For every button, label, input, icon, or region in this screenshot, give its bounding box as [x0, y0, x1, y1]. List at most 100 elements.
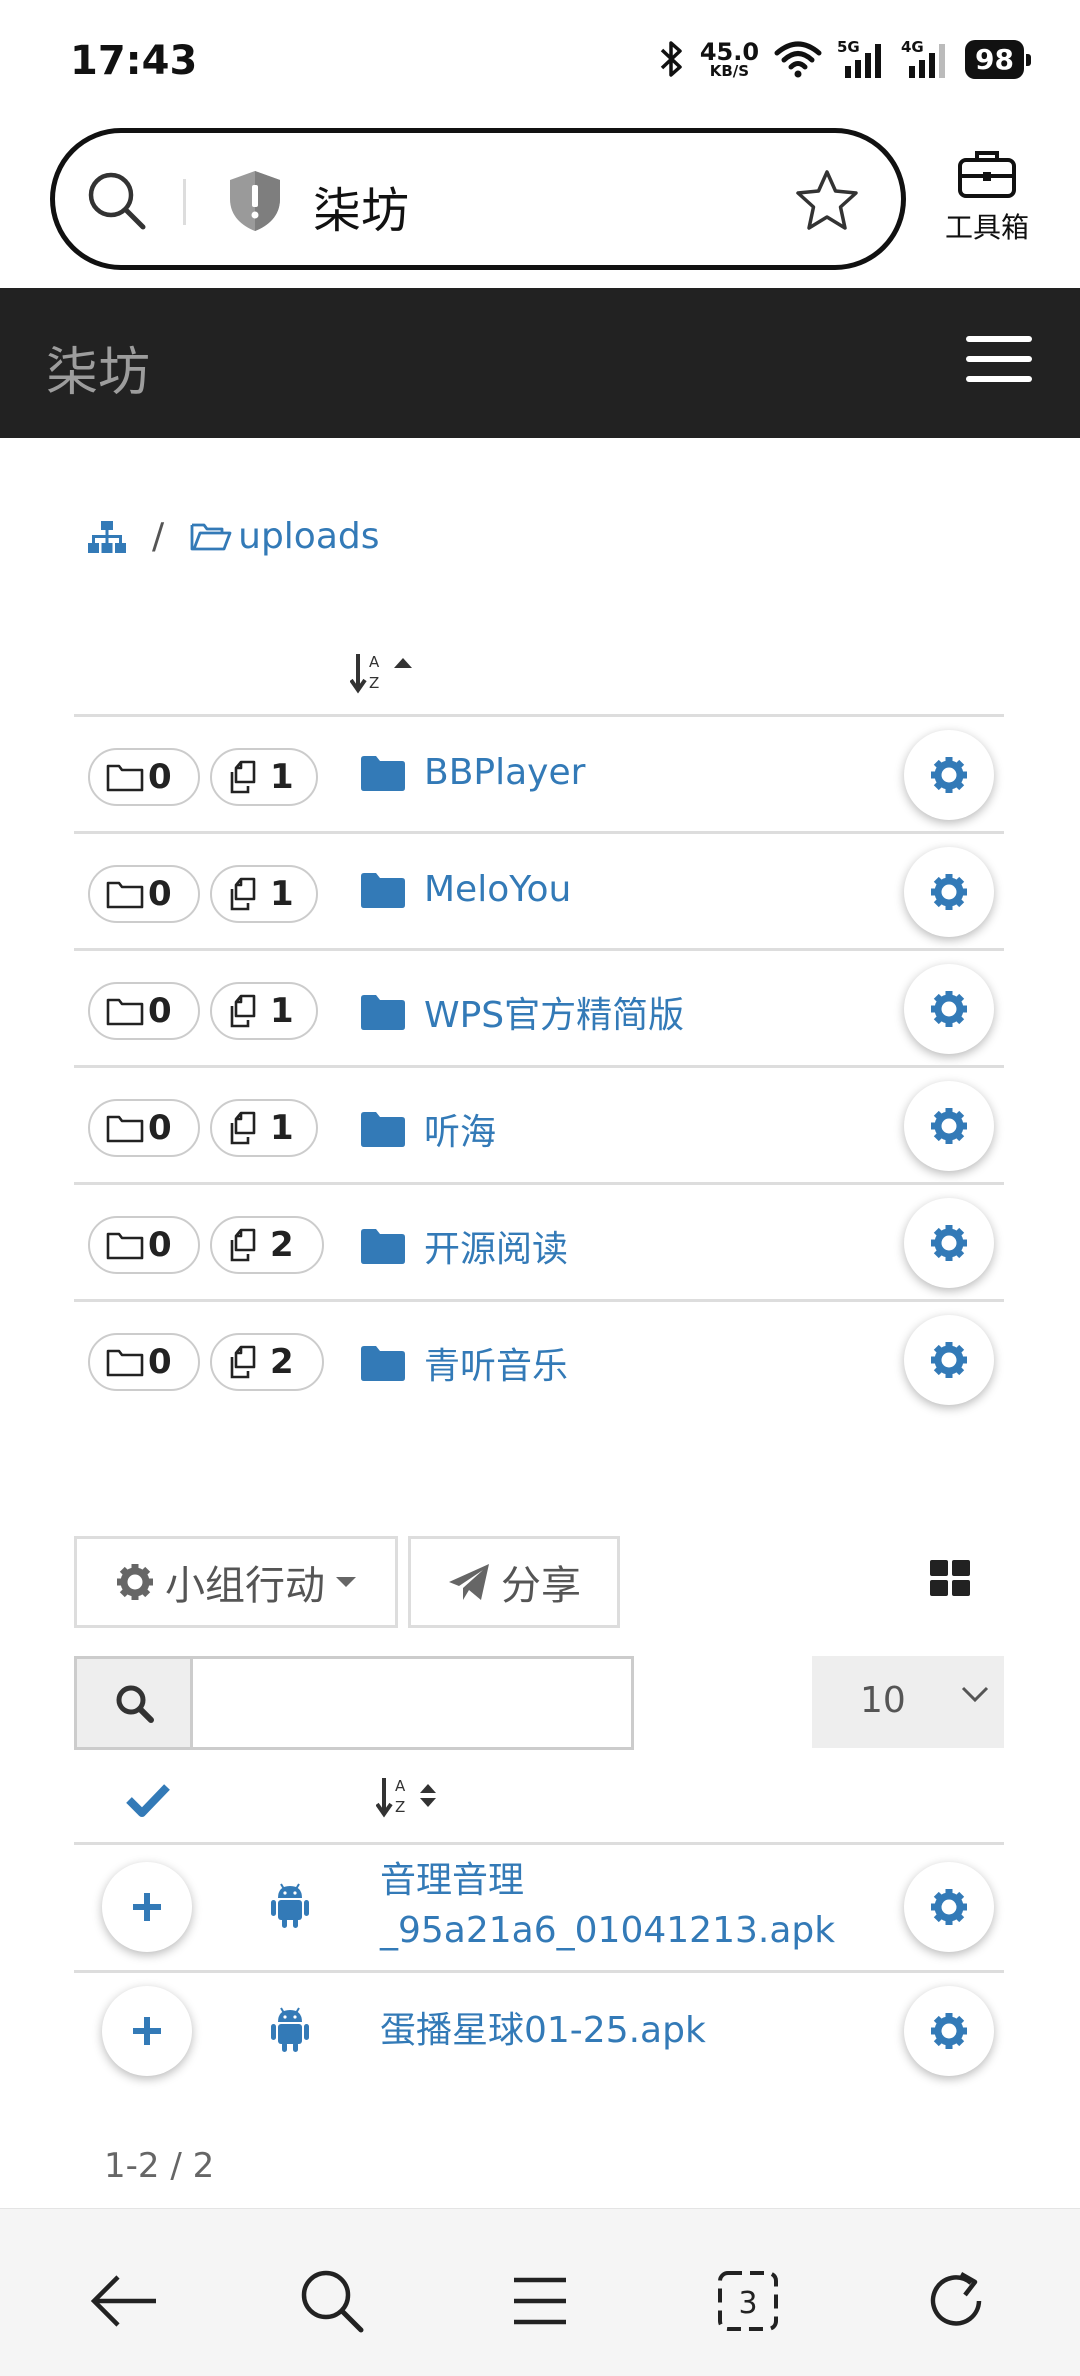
folder-actions-button[interactable] — [904, 1081, 994, 1171]
file-link[interactable]: 蛋播星球01-25.apk — [380, 2006, 706, 2056]
signal-5g-icon: 5G — [837, 38, 882, 78]
select-all-check-icon[interactable] — [126, 1782, 170, 1818]
folder-icon — [361, 755, 405, 791]
files-icon — [230, 1111, 256, 1145]
group-action-button[interactable]: 小组行动 — [74, 1536, 398, 1628]
tabs-count-icon: 3 — [718, 2271, 778, 2331]
gear-icon — [931, 1342, 967, 1378]
menu-button[interactable] — [500, 2261, 580, 2341]
signal-4g-icon: 4G — [901, 38, 946, 78]
svg-text:Z: Z — [395, 1798, 405, 1816]
folder-outline-icon — [106, 1232, 144, 1260]
site-brand[interactable]: 柒坊 — [46, 330, 150, 405]
folder-link[interactable]: WPS官方精简版 — [360, 986, 684, 1038]
share-button[interactable]: 分享 — [408, 1536, 620, 1628]
folder-link[interactable]: 青听音乐 — [360, 1337, 568, 1389]
file-count-badge: 1 — [210, 982, 318, 1040]
files-icon — [230, 994, 256, 1028]
menu-toggle-button[interactable] — [966, 336, 1036, 388]
folder-actions-button[interactable] — [904, 730, 994, 820]
folder-link[interactable]: MeloYou — [360, 869, 571, 910]
svg-text:5G: 5G — [837, 38, 860, 56]
folder-actions-button[interactable] — [904, 847, 994, 937]
site-navbar: 柒坊 — [0, 288, 1080, 438]
folder-icon — [361, 995, 405, 1030]
subfolder-count-badge: 0 — [88, 748, 200, 806]
folder-link[interactable]: 开源阅读 — [360, 1220, 568, 1272]
folder-icon — [361, 1346, 405, 1381]
svg-text:A: A — [369, 653, 380, 671]
file-count-badge: 2 — [210, 1216, 324, 1274]
android-icon — [271, 1883, 309, 1928]
page-size-select[interactable]: 10 — [812, 1656, 1004, 1748]
files-icon — [230, 877, 256, 911]
folder-link[interactable]: BBPlayer — [360, 752, 585, 793]
reload-button[interactable] — [916, 2261, 996, 2341]
folder-actions-button[interactable] — [904, 964, 994, 1054]
hamburger-bar — [966, 356, 1032, 362]
files-icon — [230, 760, 256, 794]
sort-by-name-header[interactable]: A Z — [350, 650, 420, 694]
address-divider — [183, 179, 186, 225]
toolbox-label: 工具箱 — [944, 211, 1029, 244]
file-actions-button[interactable] — [904, 1862, 994, 1952]
tabs-button[interactable]: 3 — [708, 2261, 788, 2341]
gear-icon — [931, 874, 967, 910]
plus-icon — [133, 2017, 161, 2045]
paper-plane-icon — [449, 1564, 489, 1600]
files-icon — [230, 1345, 256, 1379]
file-count-badge: 1 — [210, 748, 318, 806]
svg-text:3: 3 — [738, 2286, 757, 2321]
subfolder-count-badge: 0 — [88, 1333, 200, 1391]
menu-icon — [514, 2277, 566, 2325]
file-link[interactable]: 音理音理 _95a21a6_01041213.apk — [380, 1856, 835, 1956]
folder-icon — [361, 1112, 405, 1147]
bluetooth-icon — [660, 41, 682, 77]
folder-row: 0 1 MeloYou — [74, 833, 1004, 947]
search-icon[interactable] — [85, 169, 149, 233]
search-input[interactable] — [193, 1659, 631, 1747]
folder-actions-button[interactable] — [904, 1198, 994, 1288]
select-file-button[interactable] — [102, 1862, 192, 1952]
grid-view-icon[interactable] — [928, 1558, 972, 1598]
folder-actions-button[interactable] — [904, 1315, 994, 1405]
subfolder-count-badge: 0 — [88, 865, 200, 923]
search-addon[interactable] — [77, 1659, 193, 1747]
toolbox-button[interactable]: 工具箱 — [932, 148, 1042, 246]
subfolder-count-badge: 0 — [88, 1099, 200, 1157]
bookmark-star-icon[interactable] — [793, 167, 861, 235]
folder-row: 0 1 WPS官方精简版 — [74, 950, 1004, 1064]
select-file-button[interactable] — [102, 1986, 192, 2076]
file-count-badge: 1 — [210, 865, 318, 923]
folder-row: 0 1 BBPlayer — [74, 716, 1004, 830]
sort-alpha-asc-icon: A Z — [350, 653, 412, 694]
svg-text:A: A — [395, 1777, 406, 1795]
address-title[interactable]: 柒坊 — [313, 171, 409, 241]
wifi-icon — [774, 41, 822, 78]
gear-icon — [117, 1564, 153, 1600]
file-row: 蛋播星球01-25.apk — [74, 1972, 1004, 2090]
folder-outline-icon — [106, 998, 144, 1026]
sitemap-icon[interactable] — [88, 520, 126, 554]
folder-outline-icon — [106, 1115, 144, 1143]
subfolder-count-badge: 0 — [88, 1216, 200, 1274]
shield-icon[interactable] — [227, 169, 283, 233]
subfolder-count-badge: 0 — [88, 982, 200, 1040]
back-button[interactable] — [84, 2261, 164, 2341]
svg-text:4G: 4G — [901, 38, 924, 56]
status-bar: 17:43 45.0 KB/S 5G 4G 98 — [0, 0, 1080, 120]
sort-files-header[interactable]: A Z — [376, 1774, 446, 1818]
folder-open-icon — [190, 523, 232, 550]
search-button[interactable] — [292, 2261, 372, 2341]
breadcrumb: / uploads — [88, 516, 380, 557]
folder-link[interactable]: 听海 — [360, 1103, 496, 1155]
file-count-badge: 1 — [210, 1099, 318, 1157]
file-actions-button[interactable] — [904, 1986, 994, 2076]
file-row: 音理音理 _95a21a6_01041213.apk — [74, 1844, 1004, 1970]
folder-icon — [361, 872, 405, 908]
svg-text:Z: Z — [369, 674, 379, 692]
breadcrumb-current[interactable]: uploads — [238, 516, 379, 557]
gear-icon — [931, 2013, 967, 2049]
address-bar[interactable]: 柒坊 — [50, 128, 906, 270]
folder-outline-icon — [106, 881, 144, 909]
